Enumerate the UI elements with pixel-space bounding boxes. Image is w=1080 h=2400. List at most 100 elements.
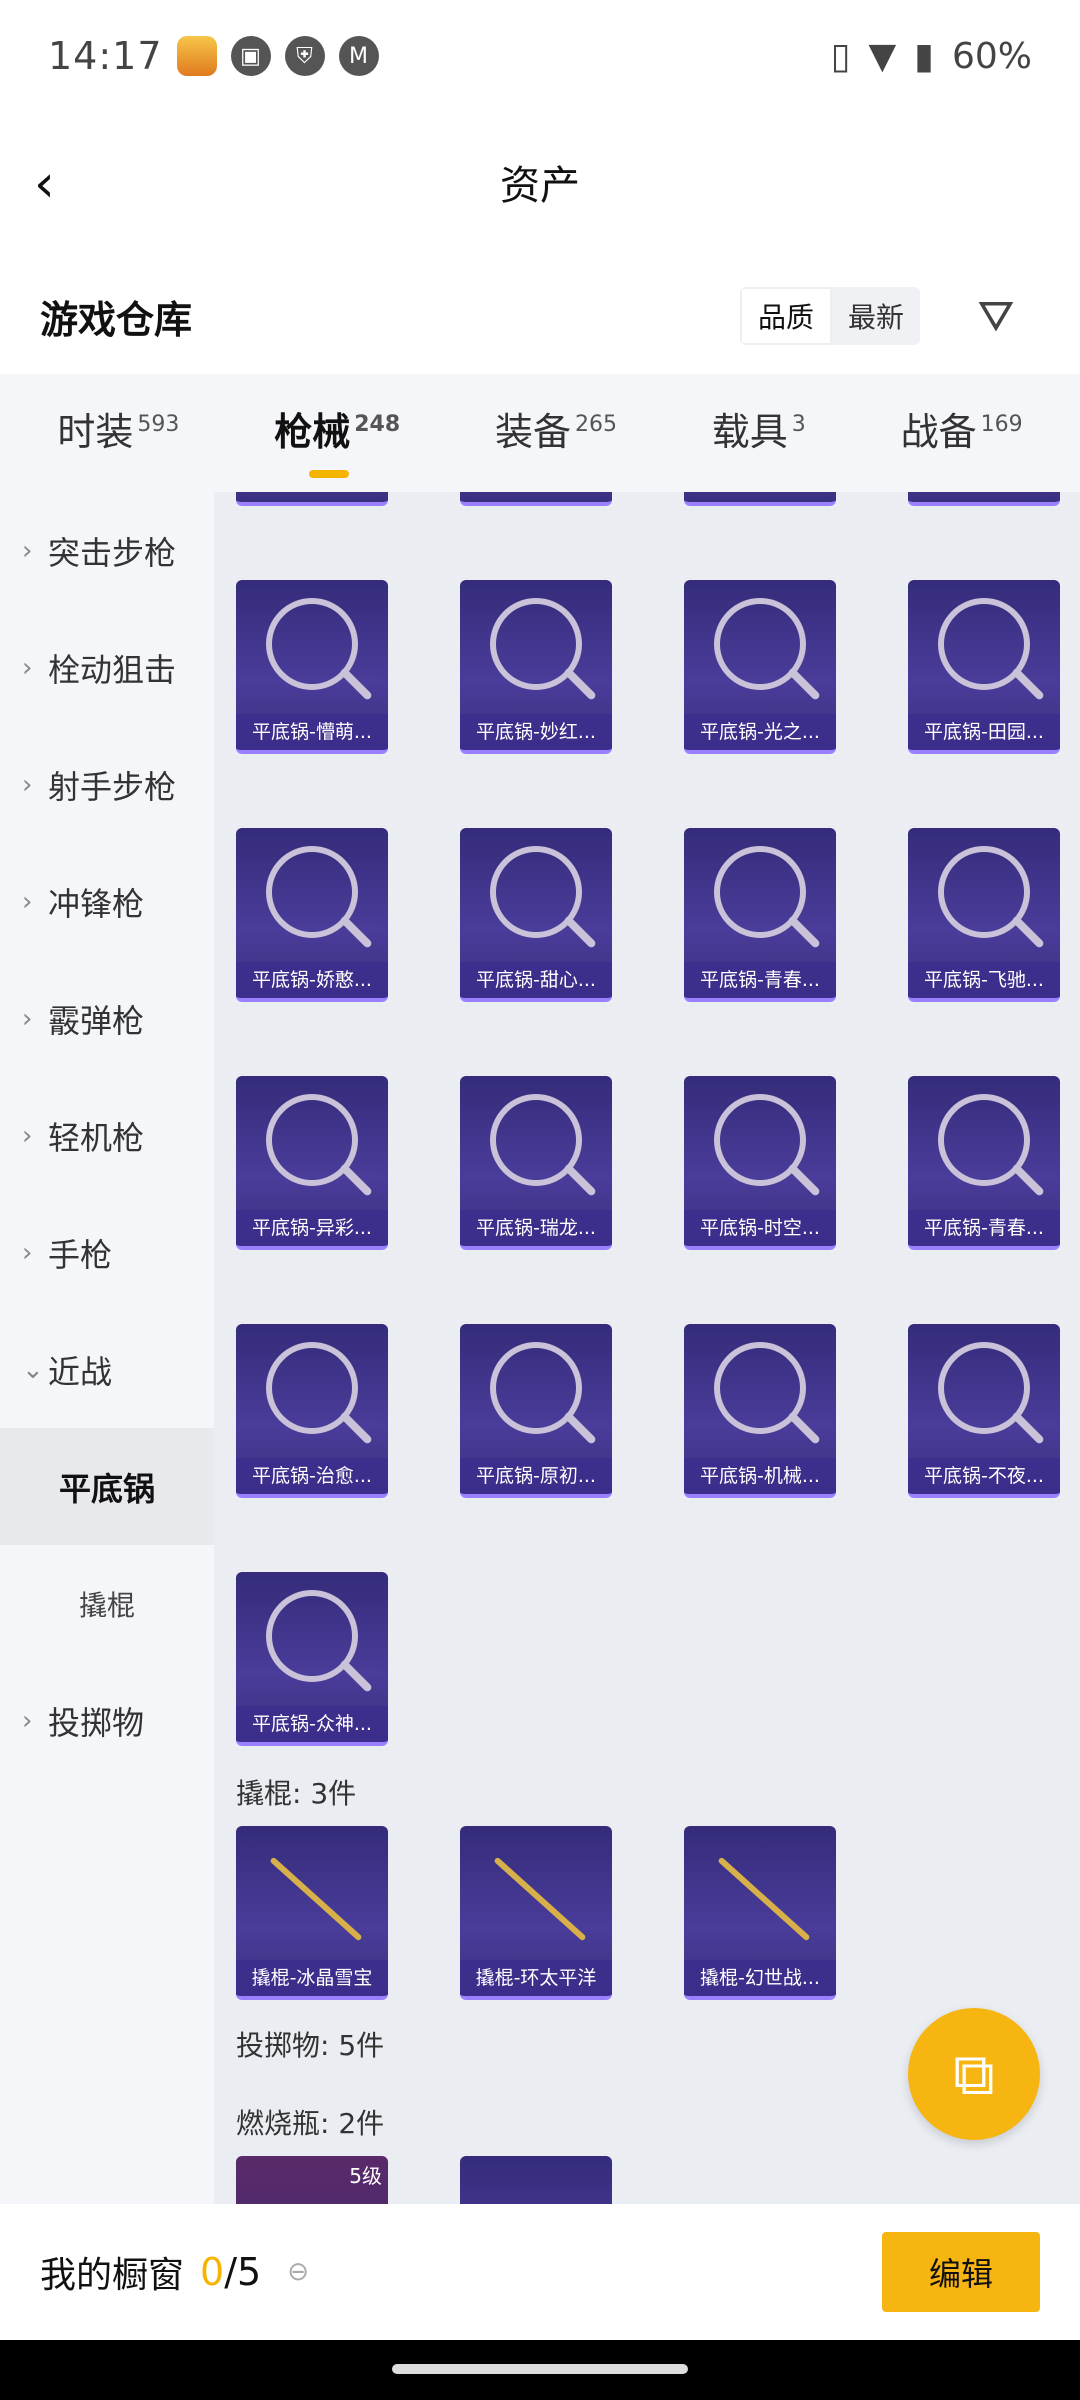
- sidebar-item-pistol[interactable]: › 手枪: [0, 1194, 214, 1311]
- item-name: 平底锅-田园...: [908, 714, 1060, 750]
- item-card[interactable]: 撬棍-环太平洋: [460, 1826, 612, 2000]
- pan-handle: [339, 1163, 373, 1197]
- item-card[interactable]: 平底锅-青春...: [908, 1076, 1060, 1250]
- active-tab-indicator: [309, 469, 350, 478]
- sidebar-item-shotgun[interactable]: › 霰弹枪: [0, 960, 214, 1077]
- calendar-icon: ▣: [230, 36, 271, 76]
- tab-count: 593: [137, 411, 180, 437]
- crowbar-image: [717, 1856, 811, 1942]
- item-card[interactable]: [908, 492, 1060, 506]
- sidebar-item-label: 冲锋枪: [48, 884, 145, 923]
- lock-icon: ⊖: [287, 2257, 309, 2287]
- sort-latest-button[interactable]: 最新: [832, 287, 920, 345]
- item-card[interactable]: [684, 492, 836, 506]
- sidebar-item-crowbar[interactable]: 撬棍: [0, 1545, 214, 1662]
- item-card[interactable]: 平底锅-原初...: [460, 1324, 612, 1498]
- back-arrow-icon[interactable]: ‹: [34, 156, 84, 212]
- sort-quality-button[interactable]: 品质: [739, 287, 832, 345]
- item-grid: 撬棍: 3件 投掷物: 5件 燃烧瓶: 2件 5级 平底锅-懵萌... 平底锅-妙…: [214, 492, 1080, 2204]
- filter-icon[interactable]: ⛛: [966, 286, 1026, 346]
- sidebar-item-lmg[interactable]: › 轻机枪: [0, 1077, 214, 1194]
- item-card[interactable]: 撬棍-冰晶雪宝: [236, 1826, 388, 2000]
- item-name: 平底锅-懵萌...: [236, 714, 388, 750]
- share-icon[interactable]: ⧉: [908, 2008, 1040, 2140]
- chevron-right-icon: ›: [22, 535, 33, 566]
- item-name: 撬棍-冰晶雪宝: [236, 1960, 388, 1996]
- chevron-right-icon: ›: [22, 652, 33, 683]
- battery-level: 60%: [951, 35, 1032, 77]
- crowbar-group-title: 撬棍: 3件: [236, 1777, 357, 1810]
- tab-label: 枪械: [274, 409, 351, 454]
- pan-handle: [563, 915, 597, 949]
- item-card[interactable]: 平底锅-田园...: [908, 580, 1060, 754]
- sidebar-item-label: 霰弹枪: [48, 1001, 145, 1040]
- item-card[interactable]: 平底锅-治愈...: [236, 1324, 388, 1498]
- tab-count: 248: [354, 411, 401, 437]
- item-level-badge: 5级: [349, 2164, 382, 2188]
- chevron-right-icon: ›: [22, 1120, 33, 1151]
- item-name: 平底锅-妙红...: [460, 714, 612, 750]
- item-name: 平底锅-治愈...: [236, 1458, 388, 1494]
- item-card[interactable]: 平底锅-妙红...: [460, 580, 612, 754]
- item-card[interactable]: 平底锅-不夜...: [908, 1324, 1060, 1498]
- sidebar-item-smg[interactable]: › 冲锋枪: [0, 843, 214, 960]
- sidebar-item-throwables[interactable]: › 投掷物: [0, 1662, 214, 1779]
- sidebar-item-bolt-sniper[interactable]: › 栓动狙击: [0, 609, 214, 726]
- item-name: 平底锅-青春...: [684, 962, 836, 998]
- item-card[interactable]: 平底锅-青春...: [684, 828, 836, 1002]
- item-card[interactable]: 平底锅-时空...: [684, 1076, 836, 1250]
- wifi-icon: ▼: [868, 35, 897, 77]
- chevron-right-icon: ›: [22, 886, 33, 917]
- system-nav-bar: [0, 2340, 1080, 2400]
- crowbar-image: [269, 1856, 363, 1942]
- pan-handle: [787, 1411, 821, 1445]
- item-card[interactable]: 平底锅-光之...: [684, 580, 836, 754]
- sidebar-item-pan[interactable]: 平底锅: [0, 1428, 214, 1545]
- pan-handle: [1011, 1411, 1045, 1445]
- item-card[interactable]: 平底锅-众神...: [236, 1572, 388, 1746]
- tab-vehicles[interactable]: 载具 3: [712, 401, 806, 466]
- sidebar-item-label: 栓动狙击: [48, 650, 177, 689]
- showcase-current: 0: [200, 2250, 225, 2294]
- tab-fashion[interactable]: 时装 593: [57, 401, 179, 466]
- pan-handle: [787, 1163, 821, 1197]
- showcase-label: 我的橱窗: [40, 2255, 185, 2296]
- item-card[interactable]: 平底锅-瑞龙...: [460, 1076, 612, 1250]
- sidebar-item-melee[interactable]: ⌄ 近战: [0, 1311, 214, 1428]
- item-name: 平底锅-飞驰...: [908, 962, 1060, 998]
- sidebar-item-label: 突击步枪: [48, 533, 177, 572]
- item-card[interactable]: [236, 492, 388, 506]
- pan-handle: [339, 1659, 373, 1693]
- chevron-right-icon: ›: [22, 1003, 33, 1034]
- item-card[interactable]: [460, 492, 612, 506]
- warehouse-header: 游戏仓库 品质 最新 ⛛: [0, 268, 1080, 364]
- item-name: 平底锅-甜心...: [460, 962, 612, 998]
- item-name: 平底锅-机械...: [684, 1458, 836, 1494]
- pan-handle: [563, 1163, 597, 1197]
- edit-button[interactable]: 编辑: [882, 2232, 1040, 2312]
- vibrate-icon: ▯: [830, 35, 851, 77]
- item-card[interactable]: 平底锅-异彩...: [236, 1076, 388, 1250]
- item-card[interactable]: 5级: [236, 2156, 388, 2204]
- game-app-icon: [176, 36, 217, 76]
- item-card[interactable]: 平底锅-懵萌...: [236, 580, 388, 754]
- item-card[interactable]: 平底锅-甜心...: [460, 828, 612, 1002]
- item-card[interactable]: 撬棍-幻世战...: [684, 1826, 836, 2000]
- showcase-count: 0/5: [200, 2250, 261, 2294]
- warehouse-title: 游戏仓库: [40, 297, 193, 342]
- showcase-bar: 我的橱窗 0/5 ⊖ 编辑: [0, 2204, 1080, 2340]
- sidebar-item-assault-rifle[interactable]: › 突击步枪: [0, 492, 214, 609]
- item-card[interactable]: [460, 2156, 612, 2204]
- item-card[interactable]: 平底锅-机械...: [684, 1324, 836, 1498]
- item-card[interactable]: 平底锅-娇憨...: [236, 828, 388, 1002]
- chevron-right-icon: ›: [22, 769, 33, 800]
- home-gesture-pill[interactable]: [392, 2364, 688, 2374]
- item-card[interactable]: 平底锅-飞驰...: [908, 828, 1060, 1002]
- clock: 14:17: [48, 34, 163, 78]
- pan-handle: [1011, 1163, 1045, 1197]
- tab-guns[interactable]: 枪械 248: [274, 401, 401, 478]
- sidebar-item-marksman-rifle[interactable]: › 射手步枪: [0, 726, 214, 843]
- tab-equipment[interactable]: 装备 265: [495, 401, 617, 466]
- item-name: 平底锅-不夜...: [908, 1458, 1060, 1494]
- tab-combat-gear[interactable]: 战备 169: [901, 401, 1023, 466]
